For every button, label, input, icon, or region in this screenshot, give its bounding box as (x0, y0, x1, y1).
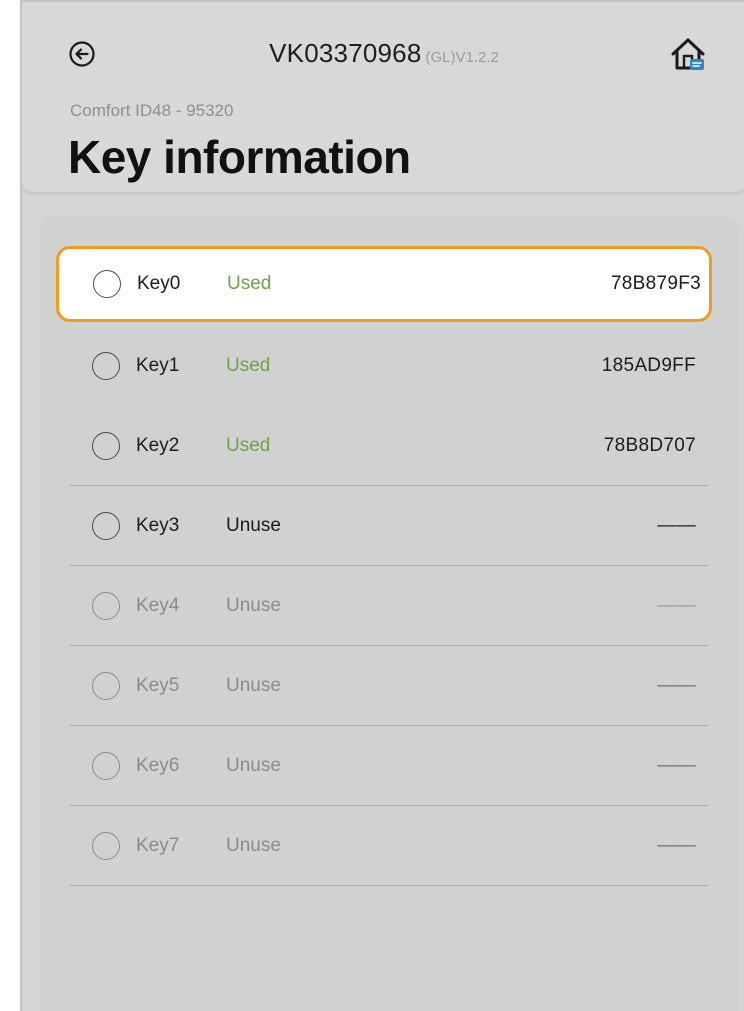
key-value-empty: —— (657, 515, 696, 536)
key-name: Key5 (136, 675, 180, 696)
key-list-panel: Key0 Used 78B879F3 Key1 Used 185AD9FF Ke… (40, 216, 738, 1011)
radio-button[interactable] (92, 672, 120, 700)
key-row-1[interactable]: Key1 Used 185AD9FF (70, 326, 708, 406)
key-name: Key1 (136, 355, 180, 376)
key-name: Key3 (136, 515, 180, 536)
key-value-empty: —— (657, 595, 696, 616)
key-value: 78B879F3 (610, 273, 701, 294)
key-value-empty: —— (657, 835, 696, 856)
key-status: Unuse (226, 835, 281, 856)
key-row-4[interactable]: Key4 Unuse —— (70, 566, 708, 646)
home-icon[interactable] (668, 35, 708, 73)
key-name: Key0 (137, 273, 181, 294)
key-value: 78B8D707 (603, 435, 696, 456)
firmware-version: (GL)V1.2.2 (425, 49, 499, 66)
radio-button[interactable] (92, 592, 120, 620)
key-row-0[interactable]: Key0 Used 78B879F3 (56, 246, 712, 322)
key-name: Key2 (136, 435, 180, 456)
key-value-empty: —— (657, 755, 696, 776)
key-status: Used (227, 273, 272, 294)
key-name: Key7 (136, 835, 180, 856)
key-status: Unuse (226, 675, 281, 696)
key-row-3[interactable]: Key3 Unuse —— (70, 486, 708, 566)
key-name: Key4 (136, 595, 180, 616)
key-value-empty: —— (657, 675, 696, 696)
radio-button[interactable] (92, 352, 120, 380)
device-title: VK03370968 (GL)V1.2.2 (22, 38, 744, 69)
page-title: Key information (68, 131, 411, 183)
radio-button[interactable] (93, 270, 121, 298)
key-row-6[interactable]: Key6 Unuse —— (70, 726, 708, 806)
app-header: VK03370968 (GL)V1.2.2 Comfort ID48 - 9532… (22, 2, 744, 192)
key-status: Unuse (226, 515, 281, 536)
device-screen: VK03370968 (GL)V1.2.2 Comfort ID48 - 9532… (20, 0, 744, 1011)
key-status: Unuse (226, 755, 281, 776)
radio-button[interactable] (92, 752, 120, 780)
key-status: Unuse (226, 595, 281, 616)
key-row-2[interactable]: Key2 Used 78B8D707 (70, 406, 708, 486)
key-status: Used (226, 435, 271, 456)
radio-button[interactable] (92, 512, 120, 540)
device-model-subtitle: Comfort ID48 - 95320 (70, 101, 234, 120)
key-row-5[interactable]: Key5 Unuse —— (70, 646, 708, 726)
key-name: Key6 (136, 755, 180, 776)
key-status: Used (226, 355, 271, 376)
radio-button[interactable] (92, 832, 120, 860)
key-value: 185AD9FF (601, 355, 696, 376)
device-id: VK03370968 (269, 38, 422, 68)
key-row-7[interactable]: Key7 Unuse —— (70, 806, 708, 886)
radio-button[interactable] (92, 432, 120, 460)
